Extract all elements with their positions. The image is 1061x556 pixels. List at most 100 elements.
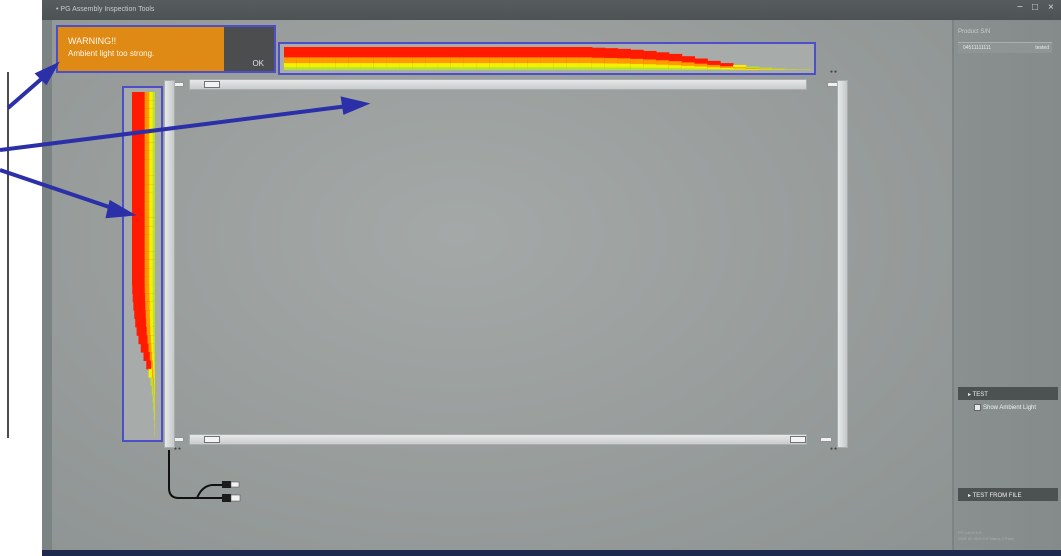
left-histogram-bar: [152, 159, 155, 169]
top-histogram-bar: [681, 68, 696, 70]
left-histogram-bar: [152, 310, 155, 320]
top-histogram-bar: [656, 67, 670, 70]
minimize-button[interactable]: −: [1017, 2, 1023, 13]
product-sn-label: Product S/N: [958, 29, 991, 35]
top-histogram-bar: [450, 67, 465, 70]
test-from-file-header[interactable]: ▸ TEST FROM FILE: [958, 488, 1058, 501]
serial-list-item[interactable]: 04511111111 tested: [958, 42, 1052, 53]
left-histogram-bar: [152, 175, 155, 185]
panel-footer: PG Label 0.0 0000 00 00:0:0:0 Status 0 P…: [958, 530, 1014, 542]
serial-status: tested: [1035, 45, 1049, 51]
top-histogram-bar: [733, 69, 747, 70]
left-histogram-bar: [154, 360, 155, 370]
footer-line-2: 0000 00 00:0:0:0 Status 0 Pass: [958, 536, 1014, 541]
right-sensor-bar: [837, 80, 848, 448]
test-section-label: ▸ TEST: [968, 392, 988, 398]
left-histogram-bar: [152, 167, 155, 177]
top-histogram-bar: [335, 67, 349, 70]
show-ambient-light-option[interactable]: Show Ambient Light: [974, 404, 1036, 411]
top-histogram-bar: [617, 67, 631, 70]
top-histogram-bar: [284, 67, 298, 70]
left-histogram-bar: [152, 100, 155, 110]
test-from-file-label: ▸ TEST FROM FILE: [968, 493, 1022, 499]
left-histogram-bar: [152, 268, 155, 278]
left-histogram-bar: [152, 259, 155, 269]
show-ambient-light-label: Show Ambient Light: [983, 405, 1037, 412]
top-right-marker: ●●: [830, 69, 839, 75]
top-histogram-bar: [309, 67, 323, 70]
left-histogram-bar: [152, 142, 155, 152]
left-histogram-bar: [152, 301, 155, 311]
top-histogram-bar: [694, 68, 708, 70]
application-window: • PG Assembly Inspection Tools − □ × ●● …: [42, 0, 1061, 556]
left-histogram-bar: [152, 276, 155, 286]
inspection-canvas: ●● ●● ●● ●●: [52, 20, 952, 556]
top-histogram-bar: [399, 67, 413, 70]
bottom-right-nub: [820, 437, 832, 442]
left-histogram-bar: [152, 293, 155, 303]
top-histogram-bar: [425, 67, 439, 70]
bottom-sensor-connector-right: [790, 436, 806, 443]
top-histogram-bar: [322, 67, 336, 70]
bottom-sensor-bar: [189, 434, 807, 445]
bottom-left-marker: ●●: [174, 446, 183, 452]
top-ambient-histogram: [278, 42, 816, 75]
top-sensor-bar: [189, 79, 807, 90]
window-title: • PG Assembly Inspection Tools: [56, 6, 155, 13]
left-histogram-bar: [152, 284, 155, 294]
warning-ok-label: OK: [252, 59, 264, 68]
usb-cable: [168, 450, 241, 502]
left-histogram-bar: [153, 335, 155, 345]
top-histogram-plot: [280, 44, 814, 73]
left-histogram-bar: [152, 192, 155, 202]
left-histogram-bar: [152, 234, 155, 244]
maximize-button[interactable]: □: [1032, 2, 1038, 13]
left-sensor-bar: [164, 80, 175, 448]
warning-ok-button[interactable]: OK: [224, 27, 274, 71]
top-histogram-bar: [604, 67, 619, 70]
top-histogram-bar: [348, 67, 362, 70]
top-sensor-connector: [204, 81, 220, 88]
top-histogram-bar: [527, 67, 542, 70]
left-histogram-plot: [124, 88, 161, 440]
left-histogram-bar: [152, 251, 155, 261]
left-histogram-bar: [153, 318, 155, 328]
top-histogram-bar: [476, 67, 490, 70]
warning-message: Ambient light too strong.: [68, 49, 155, 58]
top-histogram-bar: [386, 67, 400, 70]
top-histogram-bar: [437, 67, 452, 70]
right-panel: Product S/N 04511111111 tested ▸ TEST Sh…: [954, 20, 1061, 556]
left-ambient-histogram: [122, 86, 163, 442]
left-histogram-bar: [152, 243, 155, 252]
left-histogram-bar: [153, 326, 155, 336]
left-histogram-bar: [152, 108, 155, 118]
left-histogram-bar: [152, 184, 155, 194]
left-histogram-bar: [152, 133, 155, 143]
left-histogram-bar: [152, 150, 155, 160]
left-histogram-bar: [152, 209, 155, 219]
title-bar: • PG Assembly Inspection Tools − □ ×: [42, 0, 1061, 20]
top-histogram-bar: [630, 67, 644, 70]
top-histogram-bar: [643, 67, 657, 70]
top-histogram-bar: [360, 67, 375, 70]
top-histogram-bar: [707, 68, 721, 70]
left-histogram-bar: [152, 217, 155, 227]
warning-heading: WARNING!!: [68, 36, 117, 46]
show-ambient-light-checkbox[interactable]: [974, 404, 981, 411]
top-histogram-bar: [591, 67, 606, 70]
left-histogram-bar: [152, 226, 155, 236]
top-histogram-bar: [553, 67, 567, 70]
top-histogram-bar: [668, 68, 683, 70]
top-histogram-bar: [540, 67, 554, 70]
top-histogram-bar: [514, 67, 529, 70]
bottom-sensor-connector-left: [204, 436, 220, 443]
top-histogram-bar: [579, 67, 593, 70]
left-histogram-bar: [152, 125, 155, 135]
left-histogram-bar: [153, 343, 155, 353]
close-button[interactable]: ×: [1048, 2, 1054, 13]
test-section-header[interactable]: ▸ TEST: [958, 387, 1058, 400]
left-histogram-bar: [152, 117, 155, 127]
serial-number: 04511111111: [963, 45, 991, 51]
top-histogram-bar: [566, 67, 580, 70]
top-histogram-bar: [720, 69, 734, 70]
